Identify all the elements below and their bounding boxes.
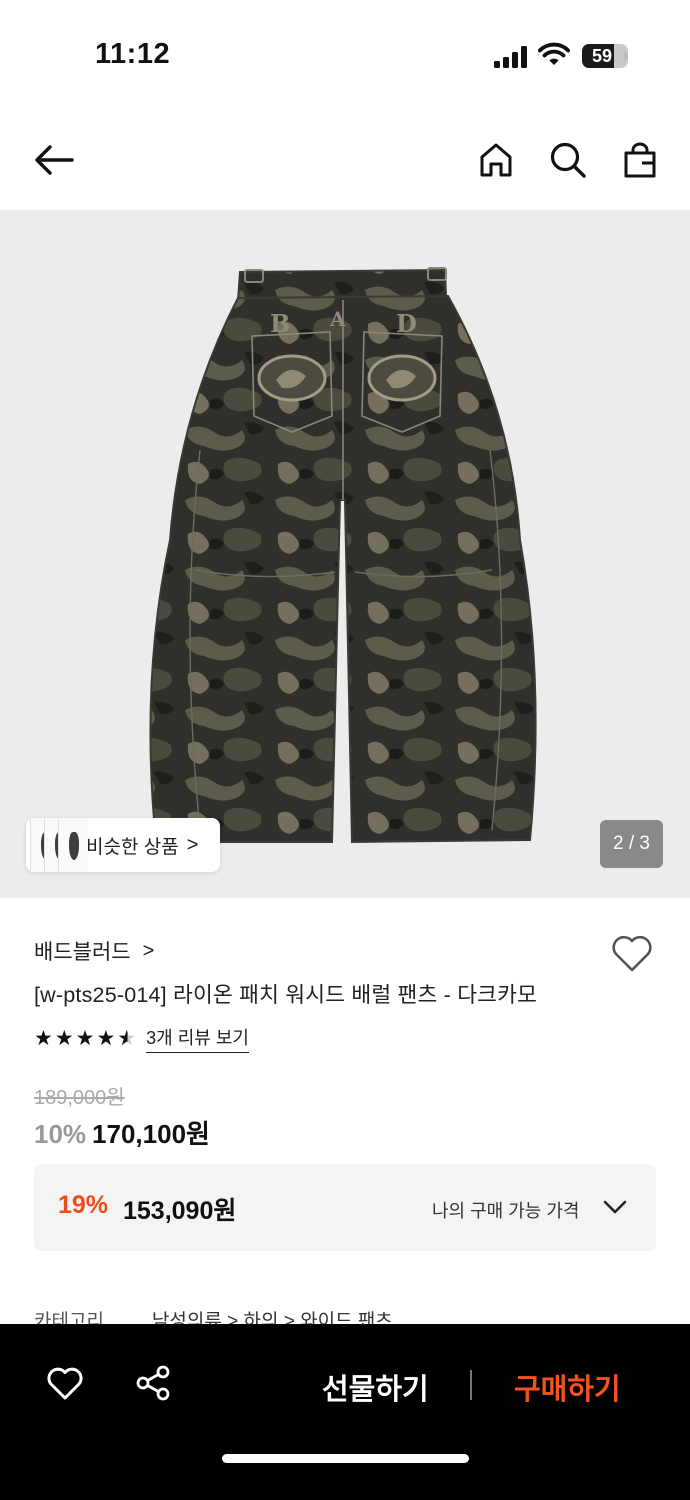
rating-row: ★ ★ ★ ★ ★ 3개 리뷰 보기 <box>34 1024 249 1053</box>
half-star-icon: ★ <box>117 1026 137 1050</box>
home-icon <box>480 143 512 177</box>
product-title: [w-pts25-014] 라이온 패치 워시드 배럴 팬츠 - 다크카모 <box>34 983 538 1007</box>
star-icon: ★ <box>54 1026 74 1050</box>
similar-products-label: 비슷한 상품 <box>86 836 179 858</box>
heart-icon <box>612 935 652 972</box>
svg-text:A: A <box>329 307 346 331</box>
shopping-bag-icon <box>624 142 656 178</box>
cart-button[interactable] <box>616 136 664 184</box>
svg-text:B: B <box>270 309 290 338</box>
brand-link[interactable]: 배드블러드 > <box>34 936 154 966</box>
sale-price: 170,100원 <box>92 1119 210 1149</box>
bottom-wishlist-button[interactable] <box>46 1366 84 1402</box>
back-button[interactable] <box>30 136 78 184</box>
bottom-action-bar: 선물하기 구매하기 <box>0 1324 690 1500</box>
home-button[interactable] <box>472 136 520 184</box>
view-reviews-link[interactable]: 3개 리뷰 보기 <box>146 1024 249 1053</box>
battery-level: 59 <box>591 46 613 66</box>
my-purchasable-price-box[interactable]: 19% 153,090원 나의 구매 가능 가격 <box>34 1164 656 1251</box>
wishlist-button[interactable] <box>610 934 654 974</box>
similar-products-thumbnails <box>26 818 88 872</box>
arrow-left-icon <box>35 145 74 175</box>
chevron-right-icon: > <box>142 939 155 962</box>
heart-icon <box>47 1367 83 1400</box>
star-icon: ★ <box>34 1026 53 1050</box>
status-bar: 11:12 59 <box>0 0 690 110</box>
buy-button[interactable]: 구매하기 <box>514 1366 621 1408</box>
price-row: 10% 170,100원 <box>34 1114 210 1151</box>
my-price-label: 나의 구매 가능 가격 <box>432 1201 580 1221</box>
chevron-right-icon: > <box>186 833 199 856</box>
star-icon: ★ <box>75 1026 95 1050</box>
search-button[interactable] <box>544 136 592 184</box>
image-page-indicator: 2 / 3 <box>600 820 663 868</box>
home-indicator[interactable] <box>222 1454 469 1463</box>
search-icon <box>550 142 586 178</box>
share-icon <box>136 1365 170 1401</box>
similar-products-button[interactable]: 비슷한 상품 > <box>26 818 220 872</box>
discount-rate: 10% <box>34 1119 87 1149</box>
top-navigation <box>0 120 690 200</box>
status-time: 11:12 <box>95 38 171 70</box>
star-rating: ★ ★ ★ ★ ★ <box>34 1027 136 1051</box>
my-discount-rate: 19% <box>58 1191 109 1219</box>
cellular-signal-icon <box>494 46 528 68</box>
gift-button[interactable]: 선물하기 <box>322 1366 429 1408</box>
product-image-gallery[interactable]: B A D 비슷한 상품 > 2 / 3 <box>0 210 690 898</box>
svg-text:D: D <box>396 309 417 338</box>
share-button[interactable] <box>134 1364 172 1402</box>
product-image: B A D <box>149 267 537 844</box>
star-icon: ★ <box>96 1026 116 1050</box>
chevron-down-icon <box>603 1200 627 1214</box>
original-price: 189,000원 <box>34 1087 125 1109</box>
wifi-icon <box>538 42 570 65</box>
divider <box>470 1370 472 1400</box>
my-price: 153,090원 <box>123 1197 237 1225</box>
battery-icon: 59 <box>582 44 628 68</box>
brand-name: 배드블러드 <box>34 941 131 964</box>
